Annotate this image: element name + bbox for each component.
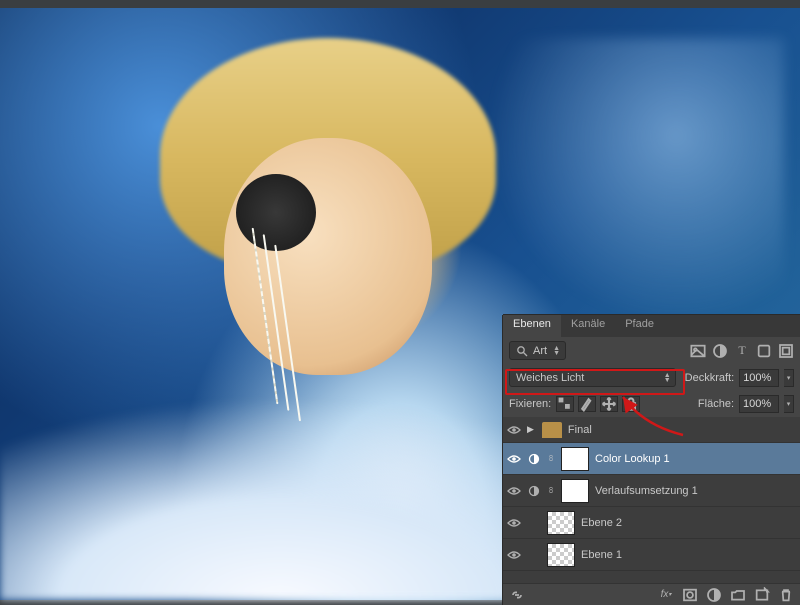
- layers-panel-footer: fx▾: [503, 583, 800, 605]
- layer-filter-row: Art ▲▼ T: [503, 337, 800, 364]
- fill-input[interactable]: [739, 395, 779, 413]
- blend-mode-value: Weiches Licht: [516, 372, 584, 384]
- mask-thumbnail[interactable]: [561, 479, 589, 503]
- layer-thumbnail[interactable]: [547, 511, 575, 535]
- layer-row[interactable]: 𝟾 Color Lookup 1: [503, 443, 800, 475]
- search-icon: [515, 344, 529, 358]
- filter-shape-icon[interactable]: [756, 343, 772, 359]
- visibility-toggle[interactable]: [507, 454, 521, 464]
- layer-name[interactable]: Ebene 2: [581, 517, 796, 529]
- layer-name[interactable]: Ebene 1: [581, 549, 796, 561]
- folder-icon: [542, 422, 562, 438]
- stepper-icon: ▲▼: [553, 346, 560, 356]
- layer-row[interactable]: Ebene 1: [503, 539, 800, 571]
- filter-pixel-icon[interactable]: [690, 343, 706, 359]
- opacity-input[interactable]: [739, 369, 779, 387]
- fill-slider-toggle[interactable]: ▾: [784, 395, 794, 413]
- lock-all-button[interactable]: [622, 396, 640, 412]
- opacity-slider-toggle[interactable]: ▾: [784, 369, 794, 387]
- layer-group-row[interactable]: ▶ Final: [503, 417, 800, 443]
- adjustment-icon: [527, 452, 541, 466]
- fill-label: Fläche:: [698, 398, 734, 410]
- layer-name[interactable]: Verlaufsumsetzung 1: [595, 485, 796, 497]
- visibility-toggle[interactable]: [507, 425, 521, 435]
- lock-pixels-button[interactable]: [578, 396, 596, 412]
- lock-position-button[interactable]: [600, 396, 618, 412]
- tab-paths[interactable]: Pfade: [615, 315, 664, 337]
- layers-list: ▶ Final 𝟾 Color Lookup 1 𝟾 Verlaufsumset…: [503, 417, 800, 583]
- new-layer-button[interactable]: [754, 587, 770, 603]
- lock-fill-row: Fixieren: Fläche: ▾: [503, 391, 800, 417]
- fx-button[interactable]: fx▾: [658, 587, 674, 603]
- filter-type-dropdown[interactable]: Art ▲▼: [509, 341, 566, 360]
- app-titlebar: [0, 0, 800, 8]
- filter-adjustment-icon[interactable]: [712, 343, 728, 359]
- tab-layers[interactable]: Ebenen: [503, 315, 561, 337]
- filter-type-label: Art: [533, 345, 547, 357]
- adjustment-button[interactable]: [706, 587, 722, 603]
- visibility-toggle[interactable]: [507, 518, 521, 528]
- layers-panel: Ebenen Kanäle Pfade Art ▲▼ T Weiches Lic…: [503, 315, 800, 605]
- stepper-icon: ▲▼: [664, 373, 671, 383]
- panel-tab-bar: Ebenen Kanäle Pfade: [503, 315, 800, 337]
- link-icon[interactable]: 𝟾: [547, 453, 555, 464]
- layer-name[interactable]: Final: [568, 424, 796, 436]
- blend-opacity-row: Weiches Licht ▲▼ Deckkraft: ▾: [503, 364, 800, 391]
- mask-button[interactable]: [682, 587, 698, 603]
- expand-icon[interactable]: ▶: [527, 424, 534, 435]
- opacity-label: Deckkraft:: [685, 372, 735, 384]
- canvas-art: [236, 174, 316, 251]
- delete-button[interactable]: [778, 587, 794, 603]
- layers-empty-area[interactable]: [503, 571, 800, 583]
- visibility-toggle[interactable]: [507, 486, 521, 496]
- blend-mode-dropdown[interactable]: Weiches Licht ▲▼: [509, 368, 676, 387]
- link-layers-button[interactable]: [509, 587, 525, 603]
- link-icon[interactable]: 𝟾: [547, 485, 555, 496]
- tab-channels[interactable]: Kanäle: [561, 315, 615, 337]
- adjustment-icon: [527, 484, 541, 498]
- layer-thumbnail[interactable]: [547, 543, 575, 567]
- layer-row[interactable]: Ebene 2: [503, 507, 800, 539]
- visibility-toggle[interactable]: [507, 550, 521, 560]
- lock-transparency-button[interactable]: [556, 396, 574, 412]
- filter-smart-icon[interactable]: [778, 343, 794, 359]
- filter-type-icon[interactable]: T: [734, 343, 750, 359]
- layer-name[interactable]: Color Lookup 1: [595, 453, 796, 465]
- layer-row[interactable]: 𝟾 Verlaufsumsetzung 1: [503, 475, 800, 507]
- lock-label: Fixieren:: [509, 398, 551, 410]
- group-button[interactable]: [730, 587, 746, 603]
- mask-thumbnail[interactable]: [561, 447, 589, 471]
